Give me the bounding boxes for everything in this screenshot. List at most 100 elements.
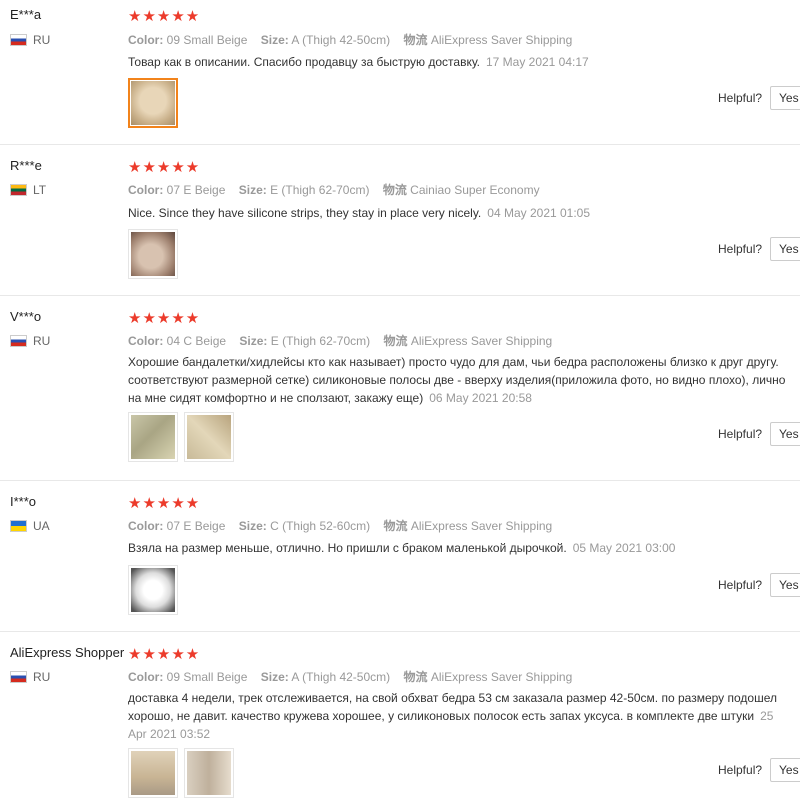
review-photo-thumbnail[interactable] bbox=[184, 412, 234, 462]
helpful-vote: Helpful? Yes bbox=[718, 422, 800, 446]
reviewer-name: I***o bbox=[10, 494, 37, 509]
color-label: Color: bbox=[128, 33, 164, 47]
shipping-label: 物流 bbox=[403, 670, 428, 684]
country-code: RU bbox=[33, 33, 51, 47]
color-value: 07 E Beige bbox=[166, 183, 226, 197]
shipping-value: AliExpress Saver Shipping bbox=[410, 334, 553, 348]
review-text-block: Хорошие бандалетки/хидлейсы кто как назы… bbox=[128, 353, 793, 407]
reviewer-country: RU bbox=[10, 670, 50, 684]
photo-image bbox=[131, 415, 175, 459]
photo-image bbox=[131, 751, 175, 795]
reviewer-name: E***a bbox=[10, 7, 42, 22]
reviewer-name: V***o bbox=[10, 309, 42, 324]
helpful-vote: Helpful? Yes bbox=[718, 86, 800, 110]
country-code: RU bbox=[33, 670, 51, 684]
review-photo-thumbnail[interactable] bbox=[184, 748, 234, 798]
helpful-yes-button[interactable]: Yes bbox=[770, 758, 800, 782]
helpful-vote: Helpful? Yes bbox=[718, 237, 800, 261]
shipping-value: AliExpress Saver Shipping bbox=[430, 33, 573, 47]
review-meta: Color: 09 Small Beige Size: A (Thigh 42-… bbox=[128, 668, 582, 685]
photo-image bbox=[131, 81, 175, 125]
helpful-vote: Helpful? Yes bbox=[718, 758, 800, 782]
shipping-label: 物流 bbox=[403, 33, 428, 47]
photo-image bbox=[187, 415, 231, 459]
helpful-yes-button[interactable]: Yes bbox=[770, 86, 800, 110]
shipping-label: 物流 bbox=[383, 334, 408, 348]
size-label: Size: bbox=[260, 670, 289, 684]
photo-image bbox=[131, 568, 175, 612]
helpful-yes-button[interactable]: Yes bbox=[770, 237, 800, 261]
review-meta: Color: 04 C Beige Size: E (Thigh 62-70cm… bbox=[128, 332, 562, 349]
photo-image bbox=[187, 751, 231, 795]
shipping-label: 物流 bbox=[383, 519, 408, 533]
size-label: Size: bbox=[238, 183, 267, 197]
review-meta: Color: 09 Small Beige Size: A (Thigh 42-… bbox=[128, 31, 582, 48]
photo-image bbox=[131, 232, 175, 276]
helpful-label: Helpful? bbox=[718, 427, 763, 441]
country-code: LT bbox=[33, 183, 47, 197]
country-code: UA bbox=[33, 519, 50, 533]
review-item: I***o UA ★★★★★ Color: 07 E Beige Size: C… bbox=[0, 481, 800, 632]
color-value: 07 E Beige bbox=[166, 519, 226, 533]
helpful-yes-button[interactable]: Yes bbox=[770, 422, 800, 446]
reviewer-country: RU bbox=[10, 33, 50, 47]
size-value: E (Thigh 62-70cm) bbox=[270, 334, 371, 348]
review-item: R***e LT ★★★★★ Color: 07 E Beige Size: E… bbox=[0, 145, 800, 296]
color-value: 09 Small Beige bbox=[166, 33, 248, 47]
size-value: E (Thigh 62-70cm) bbox=[270, 183, 370, 197]
reviewer-country: LT bbox=[10, 183, 46, 197]
review-text: Nice. Since they have silicone strips, t… bbox=[128, 206, 482, 220]
review-photo-thumbnail[interactable] bbox=[128, 565, 178, 615]
helpful-label: Helpful? bbox=[718, 763, 763, 777]
review-photos bbox=[128, 565, 178, 615]
size-label: Size: bbox=[239, 334, 268, 348]
review-text: Товар как в описании. Спасибо продавцу з… bbox=[128, 55, 480, 69]
helpful-label: Helpful? bbox=[718, 242, 763, 256]
review-meta: Color: 07 E Beige Size: E (Thigh 62-70cm… bbox=[128, 181, 550, 198]
review-photo-thumbnail[interactable] bbox=[128, 229, 178, 279]
review-date: 05 May 2021 03:00 bbox=[572, 541, 676, 555]
color-label: Color: bbox=[128, 334, 164, 348]
flag-icon bbox=[10, 34, 27, 46]
review-photos bbox=[128, 229, 178, 279]
size-label: Size: bbox=[238, 519, 267, 533]
shipping-value: AliExpress Saver Shipping bbox=[430, 670, 573, 684]
review-text: Взяла на размер меньше, отлично. Но приш… bbox=[128, 541, 567, 555]
review-date: 04 May 2021 01:05 bbox=[487, 206, 591, 220]
review-photos bbox=[128, 78, 178, 128]
color-value: 04 C Beige bbox=[166, 334, 227, 348]
shipping-label: 物流 bbox=[382, 183, 407, 197]
review-date: 17 May 2021 04:17 bbox=[485, 55, 589, 69]
review-text-block: Взяла на размер меньше, отлично. Но приш… bbox=[128, 539, 793, 557]
shipping-value: AliExpress Saver Shipping bbox=[410, 519, 553, 533]
review-date: 06 May 2021 20:58 bbox=[429, 391, 532, 405]
review-item: V***o RU ★★★★★ Color: 04 C Beige Size: E… bbox=[0, 296, 800, 481]
review-photos bbox=[128, 748, 234, 798]
review-text-block: доставка 4 недели, трек отслеживается, н… bbox=[128, 689, 793, 743]
helpful-yes-button[interactable]: Yes bbox=[770, 573, 800, 597]
review-photo-thumbnail[interactable] bbox=[128, 748, 178, 798]
review-photos bbox=[128, 412, 234, 462]
review-photo-thumbnail[interactable] bbox=[128, 78, 178, 128]
rating-stars: ★★★★★ bbox=[128, 310, 201, 327]
color-label: Color: bbox=[128, 670, 164, 684]
rating-stars: ★★★★★ bbox=[128, 159, 201, 176]
reviewer-name: AliExpress Shopper bbox=[10, 645, 125, 660]
color-label: Color: bbox=[128, 519, 164, 533]
flag-icon bbox=[10, 671, 27, 683]
helpful-label: Helpful? bbox=[718, 91, 763, 105]
review-text-block: Товар как в описании. Спасибо продавцу з… bbox=[128, 53, 793, 71]
size-value: C (Thigh 52-60cm) bbox=[270, 519, 371, 533]
review-text: доставка 4 недели, трек отслеживается, н… bbox=[128, 691, 777, 723]
color-label: Color: bbox=[128, 183, 164, 197]
helpful-vote: Helpful? Yes bbox=[718, 573, 800, 597]
rating-stars: ★★★★★ bbox=[128, 646, 201, 663]
review-photo-thumbnail[interactable] bbox=[128, 412, 178, 462]
flag-icon bbox=[10, 184, 27, 196]
flag-icon bbox=[10, 335, 27, 347]
reviewer-name: R***e bbox=[10, 158, 42, 173]
helpful-label: Helpful? bbox=[718, 578, 763, 592]
size-label: Size: bbox=[260, 33, 289, 47]
shipping-value: Cainiao Super Economy bbox=[410, 183, 540, 197]
rating-stars: ★★★★★ bbox=[128, 495, 201, 512]
